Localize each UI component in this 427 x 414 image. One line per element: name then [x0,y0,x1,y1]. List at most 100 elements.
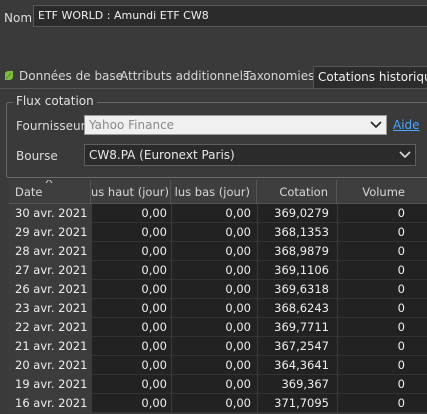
tab-divider [0,88,427,89]
cell-date: 27 avr. 2021 [9,261,91,280]
cell-plus-haut: 0,00 [141,263,167,277]
cell-volume: 0 [397,263,405,277]
cell-volume: 0 [397,244,405,258]
cell-date: 26 avr. 2021 [9,280,91,299]
bourse-dropdown-button[interactable] [395,146,415,164]
column-separator [171,204,172,414]
aide-link[interactable]: Aide [393,118,420,132]
sort-ascending-icon [45,180,53,184]
cell-date: 23 avr. 2021 [9,299,91,318]
cell-volume: 0 [397,339,405,353]
cell-volume: 0 [397,358,405,372]
cell-cotation: 369,0279 [274,206,329,220]
cell-date: 28 avr. 2021 [9,242,91,261]
cell-cotation: 369,7711 [274,320,329,334]
cell-plus-haut: 0,00 [141,301,167,315]
table-row[interactable]: 16 avr. 2021 0,00 0,00 371,7095 0 [9,394,427,413]
cell-cotation: 369,367 [281,377,329,391]
name-input[interactable]: ETF WORLD : Amundi ETF CW8 [33,5,427,27]
cell-cotation: 368,6243 [274,301,329,315]
tab-taxonomies[interactable]: Taxonomies [244,66,314,88]
cell-plus-haut: 0,00 [141,225,167,239]
cell-plus-haut: 0,00 [141,339,167,353]
cell-cotation: 371,7095 [274,396,329,410]
fournisseur-dropdown-button[interactable] [366,116,386,134]
cell-plus-haut: 0,00 [141,358,167,372]
table-row[interactable]: 26 avr. 2021 0,00 0,00 369,6318 0 [9,280,427,299]
cell-date: 22 avr. 2021 [9,318,91,337]
column-separator [257,204,258,414]
cell-plus-bas: 0,00 [225,377,251,391]
cell-volume: 0 [397,301,405,315]
flux-cotation-title: Flux cotation [13,94,97,108]
tab-attributs-additionnels[interactable]: Attributs additionnels [120,66,249,88]
table-row[interactable]: 21 avr. 2021 0,00 0,00 367,2547 0 [9,337,427,356]
cell-plus-bas: 0,00 [225,263,251,277]
table-row[interactable]: 28 avr. 2021 0,00 0,00 368,9879 0 [9,242,427,261]
cell-cotation: 367,2547 [274,339,329,353]
cell-plus-haut: 0,00 [141,206,167,220]
tab-donnees-de-base[interactable]: Données de base [4,66,123,88]
cell-date: 21 avr. 2021 [9,337,91,356]
column-separator [91,204,92,414]
fournisseur-select[interactable]: Yahoo Finance [84,115,387,135]
cell-plus-haut: 0,00 [141,282,167,296]
table-row[interactable]: 20 avr. 2021 0,00 0,00 364,3641 0 [9,356,427,375]
tab-donnees-de-base-label: Données de base [19,69,124,83]
cell-plus-bas: 0,00 [225,244,251,258]
cell-cotation: 369,6318 [274,282,329,296]
tab-cotations-historiques[interactable]: Cotations historiques [313,66,427,89]
cell-volume: 0 [397,377,405,391]
flux-cotation-group [6,102,427,178]
cell-volume: 0 [397,206,405,220]
cell-plus-bas: 0,00 [225,301,251,315]
column-header-volume[interactable]: Volume [337,180,427,203]
cell-plus-haut: 0,00 [141,244,167,258]
historical-quotes-table: Date us haut (jour) lus bas (jour) Cotat… [9,180,427,414]
tab-bar: Données de base Attributs additionnels T… [0,66,427,89]
cell-date: 20 avr. 2021 [9,356,91,375]
cell-plus-bas: 0,00 [225,339,251,353]
bourse-select[interactable]: CW8.PA (Euronext Paris) [84,144,416,166]
fournisseur-label: Fournisseur [16,119,86,133]
table-row[interactable]: 27 avr. 2021 0,00 0,00 369,1106 0 [9,261,427,280]
chevron-down-icon [370,121,382,129]
chevron-down-icon [399,151,411,159]
table-row[interactable]: 19 avr. 2021 0,00 0,00 369,367 0 [9,375,427,394]
cell-plus-bas: 0,00 [225,396,251,410]
leaf-icon [5,71,13,80]
bourse-label: Bourse [16,149,58,163]
cell-volume: 0 [397,320,405,334]
cell-plus-bas: 0,00 [225,320,251,334]
cell-cotation: 369,1106 [274,263,329,277]
table-row[interactable]: 29 avr. 2021 0,00 0,00 368,1353 0 [9,223,427,242]
cell-plus-haut: 0,00 [141,377,167,391]
cell-volume: 0 [397,225,405,239]
cell-date: 16 avr. 2021 [9,394,91,413]
column-header-plus-bas[interactable]: lus bas (jour) [171,180,257,203]
cell-plus-bas: 0,00 [225,282,251,296]
cell-volume: 0 [397,396,405,410]
column-header-plus-haut[interactable]: us haut (jour) [91,180,171,203]
table-header: Date us haut (jour) lus bas (jour) Cotat… [9,180,427,204]
cell-date: 19 avr. 2021 [9,375,91,394]
cell-plus-bas: 0,00 [225,225,251,239]
column-header-cotation[interactable]: Cotation [257,180,337,203]
cell-plus-bas: 0,00 [225,206,251,220]
cell-cotation: 364,3641 [274,358,329,372]
table-row[interactable]: 22 avr. 2021 0,00 0,00 369,7711 0 [9,318,427,337]
table-row[interactable]: 30 avr. 2021 0,00 0,00 369,0279 0 [9,204,427,223]
column-separator [337,204,338,414]
table-row[interactable]: 23 avr. 2021 0,00 0,00 368,6243 0 [9,299,427,318]
name-row: Nom ETF WORLD : Amundi ETF CW8 [0,0,427,34]
cell-date: 29 avr. 2021 [9,223,91,242]
column-header-date[interactable]: Date [9,180,91,203]
cell-plus-haut: 0,00 [141,320,167,334]
cell-cotation: 368,9879 [274,244,329,258]
column-header-date-label: Date [15,185,43,199]
name-label: Nom [4,11,33,25]
cell-date: 30 avr. 2021 [9,204,91,223]
cell-plus-haut: 0,00 [141,396,167,410]
cell-cotation: 368,1353 [274,225,329,239]
cell-volume: 0 [397,282,405,296]
